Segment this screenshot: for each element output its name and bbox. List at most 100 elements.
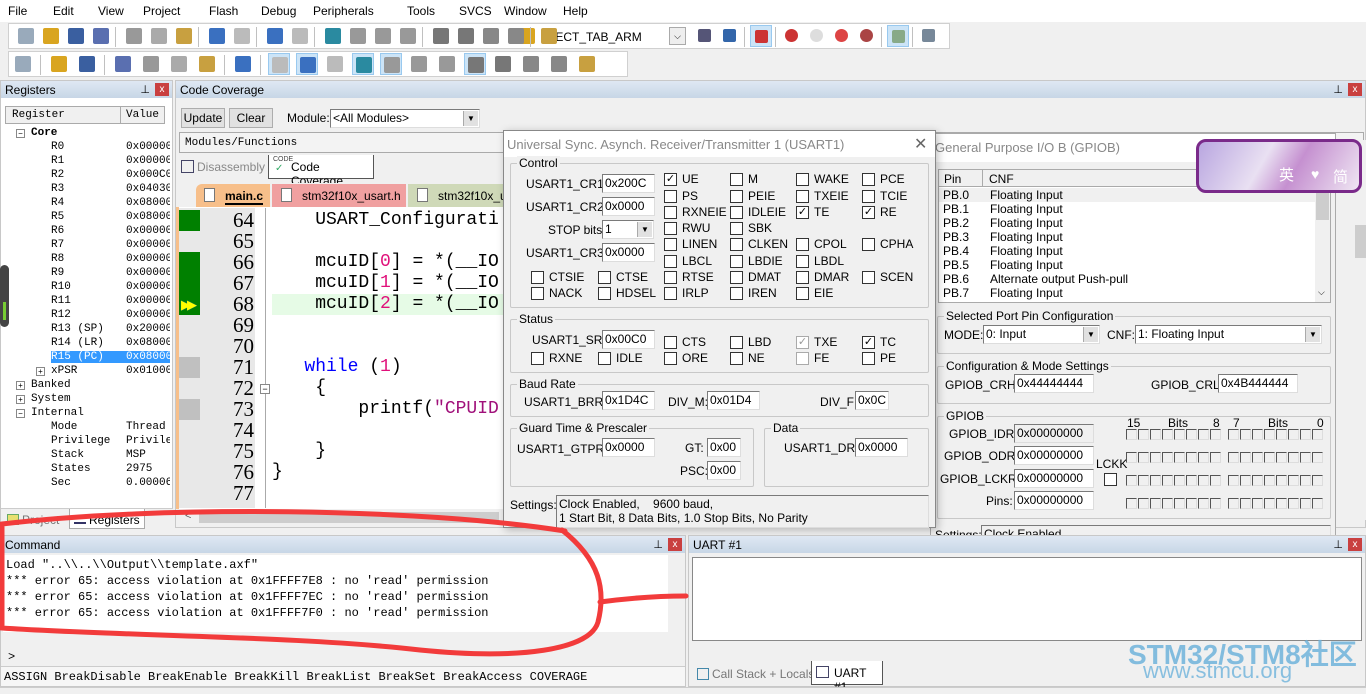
disable-all-breakpoints-icon[interactable] (831, 25, 853, 47)
reset-icon[interactable] (12, 53, 34, 75)
command-window-icon[interactable] (268, 53, 290, 75)
memory-windows-icon[interactable] (436, 53, 458, 75)
register-row[interactable]: R9 0x00000 (5, 267, 170, 281)
code-line[interactable]: while (1) (272, 357, 401, 378)
brr-field[interactable]: 0x1D4C (602, 391, 655, 410)
code-line[interactable]: printf("CPUID (272, 399, 498, 420)
stop-icon[interactable] (76, 53, 98, 75)
irlp-checkbox[interactable] (664, 287, 677, 300)
dmar-checkbox[interactable] (796, 271, 809, 284)
register-row[interactable]: R14 (LR) 0x08000 (5, 337, 170, 351)
register-value[interactable]: 0x08000 (126, 211, 170, 223)
tab-call-stack[interactable]: Call Stack + Locals (697, 667, 814, 681)
collapse-icon[interactable]: − (16, 129, 25, 138)
bit-checkbox[interactable] (1174, 475, 1185, 486)
register-row[interactable]: Sec 0.00006 (5, 477, 170, 491)
disable-breakpoint-icon[interactable] (806, 25, 828, 47)
m-checkbox[interactable] (730, 173, 743, 186)
window-layout-icon[interactable] (887, 25, 909, 47)
pin-icon[interactable]: ⊥ (653, 538, 663, 551)
cts-checkbox[interactable] (664, 336, 677, 349)
save-icon[interactable] (65, 25, 87, 47)
register-row[interactable]: States 2975 (5, 463, 170, 477)
toolbox-icon[interactable] (576, 53, 598, 75)
target-dropdown[interactable]: ⌵ (669, 27, 686, 45)
scen-checkbox[interactable] (862, 271, 875, 284)
register-row[interactable]: R12 0x00000 (5, 309, 170, 323)
bit-checkbox[interactable] (1288, 498, 1299, 509)
step-into-icon[interactable] (112, 53, 134, 75)
bit-checkbox[interactable] (1162, 452, 1173, 463)
stop-bits-select[interactable]: 1 ▼ (602, 220, 654, 239)
cr1-field[interactable]: 0x200C (602, 174, 655, 193)
modules-functions-column[interactable]: Modules/Functions (185, 137, 297, 149)
psc-field[interactable]: 0x00 (707, 461, 741, 480)
pe-checkbox[interactable] (862, 352, 875, 365)
close-icon[interactable]: x (1348, 83, 1362, 96)
register-row[interactable]: R8 0x00000 (5, 253, 170, 267)
tab-usart-h[interactable]: stm32f10x_usart.h (272, 184, 406, 207)
bit-checkbox[interactable] (1186, 498, 1197, 509)
col-cnf[interactable]: CNF (989, 172, 1014, 186)
register-row[interactable]: R6 0x00000 (5, 225, 170, 239)
bit-checkbox[interactable] (1150, 475, 1161, 486)
command-output[interactable]: Load "..\\..\\Output\\template.axf" *** e… (3, 555, 668, 632)
register-value[interactable]: 0x00000 (126, 239, 170, 251)
pin-row[interactable]: PB.7 Floating Input (939, 286, 1315, 300)
bit-checkbox[interactable] (1138, 475, 1149, 486)
register-row[interactable]: + Banked (5, 379, 170, 393)
register-row[interactable]: R0 0x00000 (5, 141, 170, 155)
bit-checkbox[interactable] (1228, 475, 1239, 486)
incremental-find-icon[interactable] (719, 25, 741, 47)
bit-checkbox[interactable] (1312, 498, 1323, 509)
bit-checkbox[interactable] (1252, 498, 1263, 509)
bit-checkbox[interactable] (1174, 452, 1185, 463)
prev-bookmark-icon[interactable] (347, 25, 369, 47)
tab-project[interactable]: Project (7, 513, 59, 527)
register-value[interactable]: 0x00000 (126, 225, 170, 237)
code-line[interactable]: mcuID[2] = *(__IO (272, 294, 499, 315)
copy-icon[interactable] (148, 25, 170, 47)
bit-checkbox[interactable] (1300, 475, 1311, 486)
menu-tools[interactable]: Tools (407, 4, 435, 18)
breakpoint-icon[interactable] (781, 25, 803, 47)
col-register[interactable]: Register (12, 109, 65, 121)
bit-checkbox[interactable] (1210, 498, 1221, 509)
register-row[interactable]: R1 0x00000 (5, 155, 170, 169)
pin-row[interactable]: PB.1 Floating Input (939, 202, 1315, 216)
register-value[interactable]: 0x00000 (126, 141, 170, 153)
bit-checkbox[interactable] (1198, 452, 1209, 463)
register-row[interactable]: + xPSR 0x01000 (5, 365, 170, 379)
rtse-checkbox[interactable] (664, 271, 677, 284)
register-row[interactable]: R2 0x000C0 (5, 169, 170, 183)
code-line[interactable]: mcuID[1] = *(__IO (272, 273, 499, 294)
dr-field[interactable]: 0x0000 (855, 438, 908, 457)
register-row[interactable]: R3 0x04030 (5, 183, 170, 197)
crh-field[interactable]: 0x44444444 (1014, 374, 1094, 393)
pin-row[interactable]: PB.2 Floating Input (939, 216, 1315, 230)
bit-checkbox[interactable] (1186, 452, 1197, 463)
pce-checkbox[interactable] (862, 173, 875, 186)
menu-file[interactable]: File (8, 4, 27, 18)
mode-select[interactable]: 0: Input ▼ (983, 325, 1100, 344)
tab-uart1[interactable]: UART #1 (811, 661, 883, 694)
redo-icon[interactable] (231, 25, 253, 47)
kill-breakpoints-icon[interactable] (856, 25, 878, 47)
navigate-forward-icon[interactable] (289, 25, 311, 47)
bit-checkbox[interactable] (1264, 475, 1275, 486)
pin-icon[interactable]: ⊥ (1333, 83, 1343, 96)
sr-field[interactable]: 0x00C0 (602, 330, 655, 349)
iren-checkbox[interactable] (730, 287, 743, 300)
te-checkbox[interactable]: ✓ (796, 206, 809, 219)
tab-disassembly[interactable]: Disassembly (181, 160, 265, 174)
menu-svcs[interactable]: SVCS (459, 4, 492, 18)
linen-checkbox[interactable] (664, 238, 677, 251)
bit-checkbox[interactable] (1240, 498, 1251, 509)
register-row[interactable]: R7 0x00000 (5, 239, 170, 253)
find-in-files-icon[interactable] (538, 25, 560, 47)
idleie-checkbox[interactable] (730, 206, 743, 219)
close-icon[interactable]: x (1348, 538, 1362, 551)
ps-checkbox[interactable] (664, 190, 677, 203)
uart-output[interactable] (692, 557, 1362, 641)
register-row[interactable]: R11 0x00000 (5, 295, 170, 309)
